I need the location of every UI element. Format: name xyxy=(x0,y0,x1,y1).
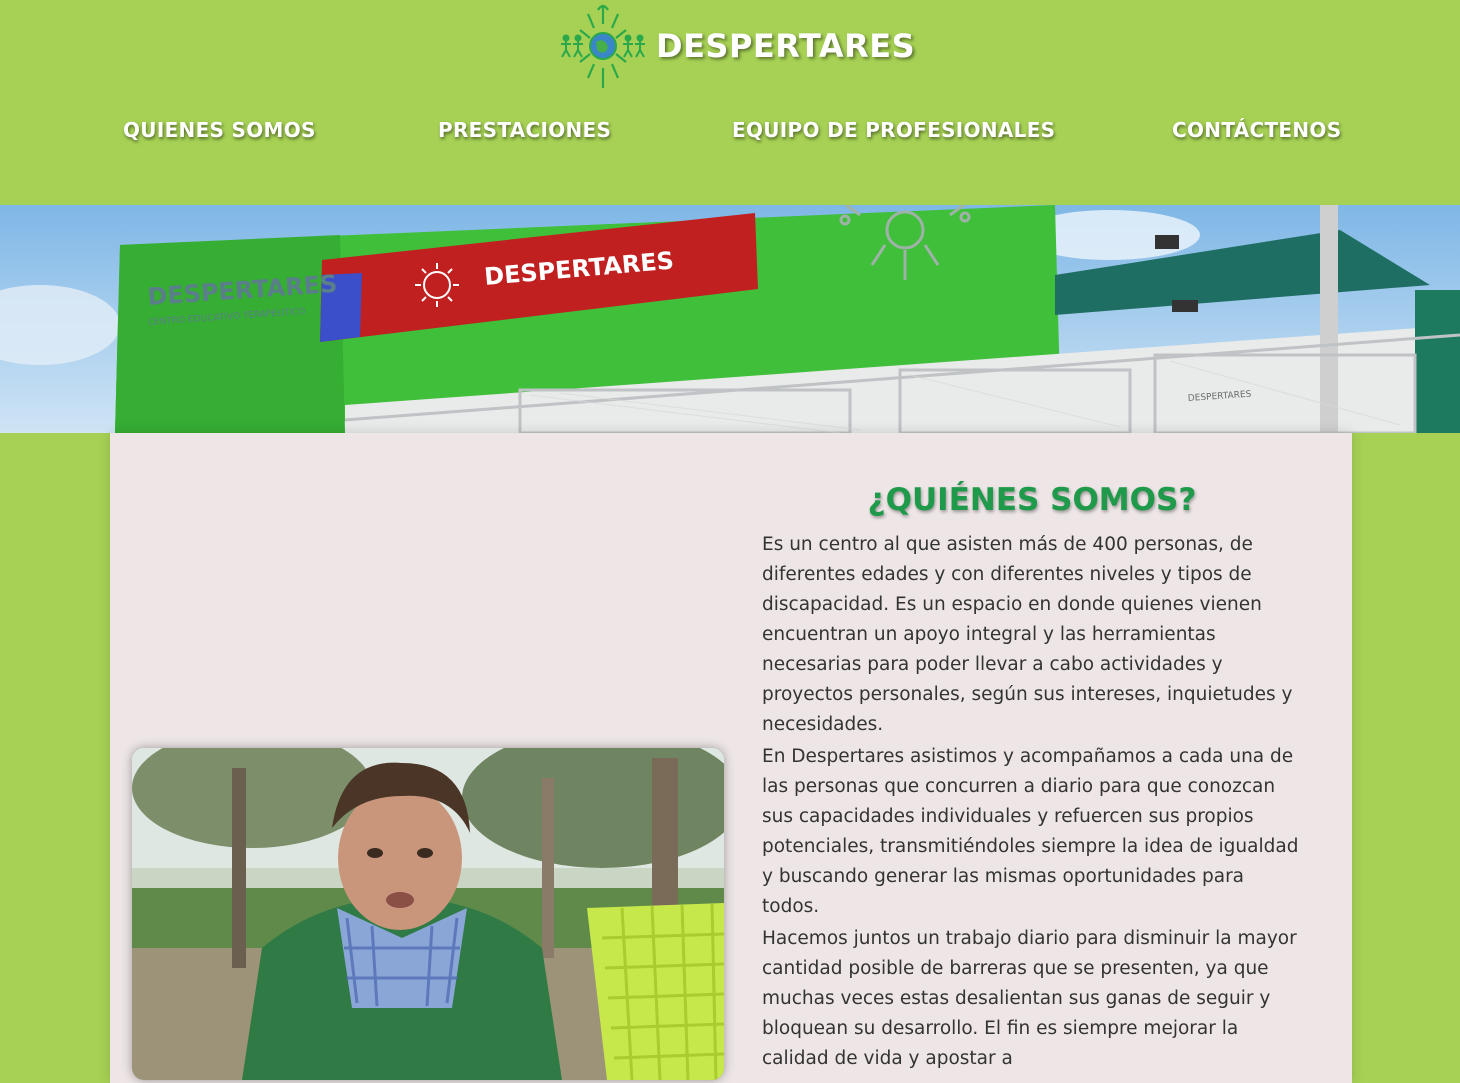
nav-contactenos[interactable]: CONTÁCTENOS xyxy=(1172,118,1341,142)
about-paragraph-3: Hacemos juntos un trabajo diario para di… xyxy=(762,928,1297,1069)
about-title: ¿QUIÉNES SOMOS? xyxy=(867,482,1197,518)
sun-globe-people-logo-icon xyxy=(561,4,645,88)
site-header: DESPERTARES QUIENES SOMOS PRESTACIONES E… xyxy=(0,0,1460,205)
hero-banner-image: DESPERTARES CENTRO EDUCATIVO TERAPEUTICO… xyxy=(0,205,1460,433)
about-paragraph-2: En Despertares asistimos y acompañamos a… xyxy=(762,746,1299,917)
logo[interactable]: DESPERTARES xyxy=(558,2,915,90)
brand-name[interactable]: DESPERTARES xyxy=(656,27,915,65)
student-photo-illustration xyxy=(132,748,724,1080)
nav-prestaciones[interactable]: PRESTACIONES xyxy=(438,118,611,142)
student-photo xyxy=(132,748,724,1080)
nav-quienes-somos[interactable]: QUIENES SOMOS xyxy=(123,118,316,142)
nav-equipo-de-profesionales[interactable]: EQUIPO DE PROFESIONALES xyxy=(732,118,1055,142)
about-paragraph-1: Es un centro al que asisten más de 400 p… xyxy=(762,534,1293,735)
building-facade-illustration: DESPERTARES CENTRO EDUCATIVO TERAPEUTICO… xyxy=(0,205,1460,433)
